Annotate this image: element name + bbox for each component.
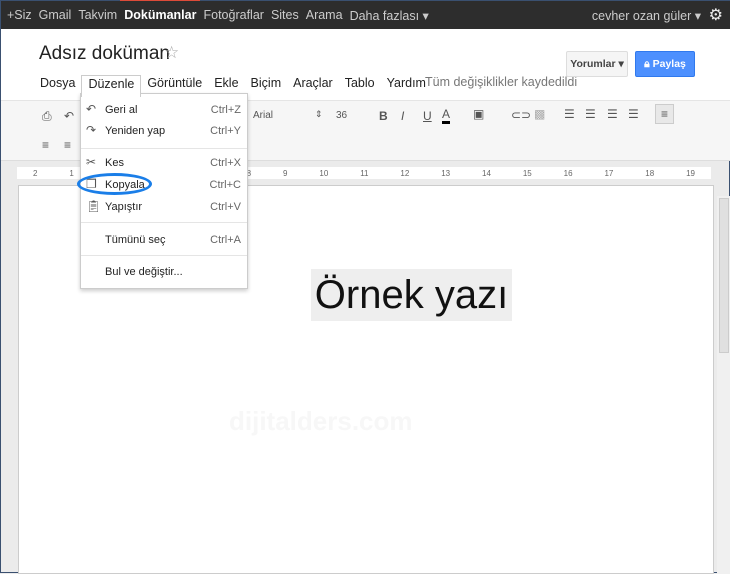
menu-format[interactable]: Biçim	[245, 75, 288, 97]
item-shortcut: Ctrl+A	[210, 234, 241, 246]
nav-search[interactable]: Arama	[306, 8, 343, 22]
print-icon[interactable]: ⎙	[42, 109, 52, 124]
nav-gmail[interactable]: Gmail	[39, 8, 72, 22]
menu-item-find-replace[interactable]: Bul ve değiştir...	[81, 262, 247, 282]
menu-item-cut[interactable]: ✂ Kes Ctrl+X	[81, 153, 247, 173]
ruler-tick: 15	[522, 168, 532, 178]
comments-button[interactable]: Yorumlar ▾	[566, 51, 628, 77]
divider	[81, 222, 247, 223]
ruler-tick: 13	[441, 168, 451, 178]
share-label: Paylaş	[652, 58, 686, 70]
menu-item-paste[interactable]: 📋︎ Yapıştır Ctrl+V	[81, 197, 247, 217]
numbered-list-icon[interactable]: ☰	[564, 107, 575, 121]
undo-icon: ↶	[86, 102, 97, 116]
text-color-icon[interactable]: A	[442, 107, 451, 124]
menu-item-redo[interactable]: ↷ Yeniden yap Ctrl+Y	[81, 121, 247, 141]
nav-photos[interactable]: Fotoğraflar	[203, 8, 263, 22]
doc-title[interactable]: Adsız doküman	[39, 43, 170, 65]
align-left-icon[interactable]: ≡	[655, 104, 675, 124]
ruler-tick: 18	[645, 168, 655, 178]
item-label: Geri al	[105, 104, 138, 116]
scissors-icon: ✂	[86, 155, 97, 169]
divider	[81, 255, 247, 256]
item-shortcut: Ctrl+C	[209, 179, 241, 191]
scrollbar[interactable]	[717, 196, 730, 574]
item-label: Bul ve değiştir...	[105, 266, 183, 278]
bullet-list-icon[interactable]: ☰	[585, 107, 596, 121]
align-center-icon[interactable]: ≡	[42, 138, 49, 152]
ruler-tick: 19	[686, 168, 695, 178]
font-select[interactable]: Arial	[253, 110, 273, 121]
save-status: Tüm değişiklikler kaydedildi	[425, 75, 578, 89]
underline-icon[interactable]: U	[423, 109, 432, 123]
ruler-tick: 11	[360, 168, 369, 178]
nav-more[interactable]: Daha fazlası ▾	[350, 8, 429, 23]
size-select[interactable]: 36	[336, 110, 347, 121]
watermark: dijitalders.com	[229, 406, 413, 436]
image-icon[interactable]: ▩	[534, 107, 545, 121]
item-shortcut: Ctrl+Z	[210, 104, 241, 116]
selected-text[interactable]: Örnek yazı	[311, 269, 512, 321]
lock-icon: 🔒︎	[644, 58, 653, 70]
menu-table[interactable]: Tablo	[339, 75, 381, 97]
item-shortcut: Ctrl+V	[210, 201, 241, 213]
highlight-circle	[77, 173, 152, 195]
increase-indent-icon[interactable]: ☰	[628, 107, 639, 121]
item-shortcut: Ctrl+Y	[210, 125, 241, 137]
nav-plus[interactable]: +Siz	[7, 8, 32, 22]
redo-icon: ↷	[86, 123, 97, 137]
item-label: Yeniden yap	[105, 125, 166, 137]
menu-item-select-all[interactable]: Tümünü seç Ctrl+A	[81, 230, 247, 250]
doc-header: Adsız doküman ☆ Dosya Düzenle Görüntüle …	[1, 29, 730, 101]
scrollbar-thumb[interactable]	[719, 198, 729, 353]
decrease-indent-icon[interactable]: ☰	[607, 107, 618, 121]
ruler-tick: 12	[400, 168, 410, 178]
item-label: Kes	[105, 157, 124, 169]
item-label: Tümünü seç	[105, 234, 166, 246]
menu-file[interactable]: Dosya	[34, 75, 81, 97]
nav-sites[interactable]: Sites	[271, 8, 299, 22]
ruler-tick: 2	[32, 168, 38, 178]
ruler-tick: 1	[69, 168, 74, 178]
ruler-tick: 17	[604, 168, 614, 178]
ruler-tick: 10	[319, 168, 329, 178]
nav-docs[interactable]: Dokümanlar	[120, 0, 201, 22]
menu-item-undo[interactable]: ↶ Geri al Ctrl+Z	[81, 100, 247, 120]
divider	[81, 148, 247, 149]
menu-tools[interactable]: Araçlar	[287, 75, 339, 97]
undo-icon[interactable]: ↶	[64, 109, 74, 123]
gear-icon[interactable]: ⚙	[709, 5, 723, 25]
item-label: Yapıştır	[105, 201, 143, 213]
font-arrows-icon: ⇕	[315, 109, 323, 119]
menu-edit[interactable]: Düzenle	[81, 75, 142, 97]
ruler-tick: 16	[563, 168, 573, 178]
highlight-color-icon[interactable]: ▣	[473, 107, 484, 121]
share-button[interactable]: 🔒︎ Paylaş	[635, 51, 695, 77]
ruler-tick: 9	[283, 168, 288, 178]
ruler-tick: 14	[482, 168, 491, 178]
align-right-icon[interactable]: ≡	[64, 138, 71, 152]
google-bar: +Siz Gmail Takvim Dokümanlar Fotoğraflar…	[1, 0, 730, 29]
star-icon[interactable]: ☆	[164, 43, 179, 63]
item-shortcut: Ctrl+X	[210, 157, 241, 169]
italic-icon[interactable]: I	[401, 109, 404, 123]
link-icon[interactable]: ⊂⊃	[511, 108, 531, 122]
paste-icon: 📋︎	[86, 199, 102, 213]
bold-icon[interactable]: B	[379, 109, 388, 123]
user-menu[interactable]: cevher ozan güler ▾	[592, 8, 701, 23]
nav-calendar[interactable]: Takvim	[78, 8, 117, 22]
